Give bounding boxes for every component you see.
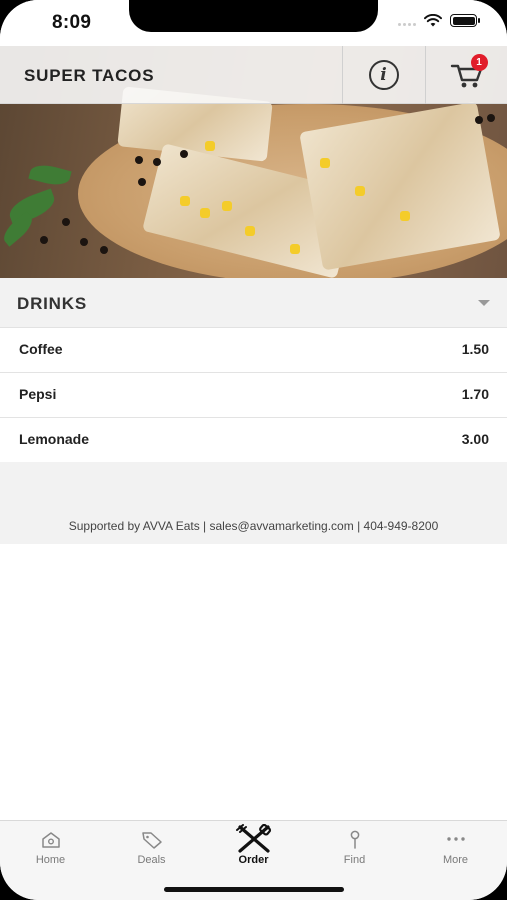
battery-icon xyxy=(450,14,480,27)
tab-label: Home xyxy=(35,854,66,866)
tab-order[interactable]: Order xyxy=(203,821,304,881)
menu-item-name: Lemonade xyxy=(19,431,90,447)
cart-button[interactable]: 1 xyxy=(425,46,507,104)
menu-item-name: Pepsi xyxy=(19,386,57,402)
section-header-drinks[interactable]: DRINKS xyxy=(0,278,507,328)
restaurant-title: SUPER TACOS xyxy=(24,66,155,85)
menu-item-price: 1.50 xyxy=(461,341,489,357)
status-bar: 8:09 xyxy=(0,0,507,46)
info-button[interactable]: i xyxy=(342,46,424,104)
utensils-icon xyxy=(235,824,271,853)
tab-label: More xyxy=(442,854,469,866)
tag-icon xyxy=(141,832,162,849)
tab-home[interactable]: Home xyxy=(0,821,101,881)
home-icon xyxy=(41,832,60,848)
tab-deals[interactable]: Deals xyxy=(101,821,202,881)
pin-icon xyxy=(350,830,359,849)
signal-icon xyxy=(398,16,416,26)
tab-more[interactable]: More xyxy=(405,821,506,881)
tab-label: Deals xyxy=(137,854,166,866)
menu-item-name: Coffee xyxy=(19,341,63,357)
menu-item-price: 1.70 xyxy=(461,386,489,402)
menu-item[interactable]: Pepsi 1.70 xyxy=(0,373,507,418)
more-icon xyxy=(446,837,465,841)
menu-list: Coffee 1.50 Pepsi 1.70 Lemonade 3.00 xyxy=(0,328,507,463)
phone-screen: 8:09 SUPER TACOS i 1 DRINKS Coffee 1.50 … xyxy=(0,0,507,900)
status-icons xyxy=(398,14,480,27)
tab-find[interactable]: Find xyxy=(304,821,405,881)
section-title: DRINKS xyxy=(17,294,87,313)
info-icon: i xyxy=(368,60,399,90)
menu-item-price: 3.00 xyxy=(461,431,489,447)
tab-label: Order xyxy=(238,854,269,866)
menu-item[interactable]: Lemonade 3.00 xyxy=(0,418,507,463)
home-indicator[interactable] xyxy=(164,887,344,892)
cart-count-badge: 1 xyxy=(470,54,488,71)
menu-item[interactable]: Coffee 1.50 xyxy=(0,328,507,373)
app-header: SUPER TACOS i 1 xyxy=(0,46,507,104)
chevron-down-icon xyxy=(478,300,490,306)
tab-label: Find xyxy=(343,854,366,866)
status-time: 8:09 xyxy=(52,12,92,33)
notch xyxy=(129,0,378,32)
wifi-icon xyxy=(424,14,442,27)
footer: Supported by AVVA Eats | sales@avvamarke… xyxy=(0,462,507,544)
footer-text: Supported by AVVA Eats | sales@avvamarke… xyxy=(68,519,439,533)
